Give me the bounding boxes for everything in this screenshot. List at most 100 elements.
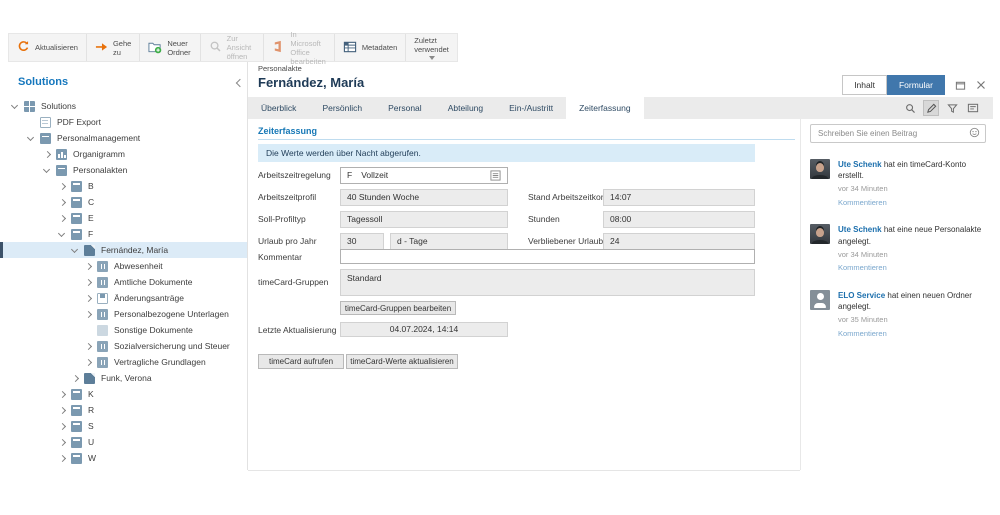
goto-arrow-icon [95, 40, 108, 55]
tree-item-solutions[interactable]: Solutions [0, 98, 247, 114]
refresh-timecard-values-button[interactable]: timeCard-Werte aktualisieren [346, 354, 458, 369]
chevron-closed-icon[interactable] [57, 405, 67, 415]
tree-item-s[interactable]: S [0, 418, 247, 434]
tree-item-aenderungsantraege[interactable]: Änderungsanträge [0, 290, 247, 306]
smiley-icon[interactable] [969, 125, 980, 143]
label-verbliebener-urlaub: Verbliebener Urlaub [528, 236, 604, 246]
field-timecard-gruppen: Standard [340, 269, 755, 296]
search-icon[interactable] [902, 100, 918, 116]
sidebar-collapse-icon[interactable] [234, 78, 244, 88]
chevron-closed-icon[interactable] [42, 149, 52, 159]
chevron-closed-icon[interactable] [83, 277, 93, 287]
chevron-closed-icon[interactable] [57, 181, 67, 191]
feed-author[interactable]: Ute Schenk [838, 225, 882, 234]
tree-item-c[interactable]: C [0, 194, 247, 210]
field-kommentar[interactable] [340, 249, 755, 264]
edit-mode-icon[interactable] [923, 100, 939, 116]
comment-link[interactable]: Kommentieren [838, 198, 986, 209]
new-folder-button[interactable]: Neuer Ordner [140, 34, 201, 61]
goto-button[interactable]: Gehe zu [87, 34, 141, 61]
chevron-open-icon[interactable] [70, 245, 80, 255]
register-icon [97, 356, 108, 368]
content-view-button[interactable]: Inhalt [842, 75, 887, 95]
tree-item-personalakten[interactable]: Personalakten [0, 162, 247, 178]
form-zeiterfassung: Zeiterfassung Die Werte werden über Nach… [258, 0, 795, 515]
label-arbeitszeitprofil: Arbeitszeitprofil [258, 192, 317, 202]
tree-item-b[interactable]: B [0, 178, 247, 194]
register-empty-icon [97, 324, 108, 336]
feed-author[interactable]: Ute Schenk [838, 160, 882, 169]
open-timecard-button[interactable]: timeCard aufrufen [258, 354, 344, 369]
register-icon [71, 196, 82, 208]
chevron-closed-icon[interactable] [83, 261, 93, 271]
feed-composer-input[interactable] [816, 128, 969, 139]
feed-item: ELO Service hat einen neuen Ordner angel… [810, 289, 986, 340]
personnel-file-icon [84, 372, 95, 384]
register-icon [97, 340, 108, 352]
feed-author[interactable]: ELO Service [838, 291, 885, 300]
tree-item-r[interactable]: R [0, 402, 247, 418]
refresh-button[interactable]: Aktualisieren [9, 34, 87, 61]
label-stand-arbeitszeitkonto: Stand Arbeitszeitkonto [528, 192, 613, 202]
form-layout-icon[interactable] [965, 100, 981, 116]
chevron-closed-icon[interactable] [83, 357, 93, 367]
sidebar-title: Solutions [18, 76, 69, 88]
chevron-open-icon[interactable] [57, 229, 67, 239]
chevron-closed-icon[interactable] [83, 309, 93, 319]
register-icon [71, 436, 82, 448]
form-view-button[interactable]: Formular [886, 75, 945, 95]
tree-item-personalbezogene-unterlagen[interactable]: Personalbezogene Unterlagen [0, 306, 247, 322]
tree-item-amtliche-dokumente[interactable]: Amtliche Dokumente [0, 274, 247, 290]
avatar [810, 159, 830, 179]
comment-link[interactable]: Kommentieren [838, 329, 986, 340]
field-stunden: 08:00 [603, 211, 755, 228]
tree-item-e[interactable]: E [0, 210, 247, 226]
tree-item-abwesenheit[interactable]: Abwesenheit [0, 258, 247, 274]
chevron-closed-icon[interactable] [57, 453, 67, 463]
tree-item-personalmanagement[interactable]: Personalmanagement [0, 130, 247, 146]
tree-item-funk-verona[interactable]: Funk, Verona [0, 370, 247, 386]
tree-item-vertragliche-grundlagen[interactable]: Vertragliche Grundlagen [0, 354, 247, 370]
chevron-closed-icon[interactable] [57, 421, 67, 431]
tree-item-fernandez-maria[interactable]: Fernández, María [0, 242, 247, 258]
comment-link[interactable]: Kommentieren [838, 263, 986, 274]
field-arbeitszeitprofil: 40 Stunden Woche [340, 189, 508, 206]
chevron-open-icon[interactable] [10, 101, 20, 111]
tree-item-organigramm[interactable]: Organigramm [0, 146, 247, 162]
tree-item-u[interactable]: U [0, 434, 247, 450]
tree-item-w[interactable]: W [0, 450, 247, 466]
filter-icon[interactable] [944, 100, 960, 116]
tree-item-sonstige-dokumente[interactable]: Sonstige Dokumente [0, 322, 247, 338]
tree-item-sozialversicherung-und-steuer[interactable]: Sozialversicherung und Steuer [0, 338, 247, 354]
tree-item-f[interactable]: F [0, 226, 247, 242]
register-icon [71, 420, 82, 432]
chevron-closed-icon[interactable] [57, 437, 67, 447]
keyword-list-icon[interactable] [490, 170, 501, 181]
close-icon[interactable] [976, 80, 986, 90]
tree-item-pdf-export[interactable]: PDF Export [0, 114, 247, 130]
new-folder-icon [148, 40, 162, 56]
chevron-closed-icon[interactable] [70, 373, 80, 383]
label-arbeitszeitregelung: Arbeitszeitregelung [258, 170, 331, 180]
feed-item: Ute Schenk hat ein timeCard-Konto erstel… [810, 159, 986, 208]
chevron-open-icon[interactable] [42, 165, 52, 175]
chevron-closed-icon[interactable] [57, 389, 67, 399]
restore-window-icon[interactable] [955, 80, 966, 91]
register-icon [71, 404, 82, 416]
personnel-file-icon [84, 244, 95, 256]
chevron-closed-icon[interactable] [57, 197, 67, 207]
label-kommentar: Kommentar [258, 252, 302, 262]
feed-timestamp: vor 35 Minuten [838, 315, 888, 325]
chevron-closed-icon[interactable] [57, 213, 67, 223]
info-banner: Die Werte werden über Nacht abgerufen. [258, 144, 755, 162]
open-view-button[interactable]: Zur Ansicht öffnen [201, 34, 265, 61]
chevron-closed-icon[interactable] [83, 293, 93, 303]
tree-item-k[interactable]: K [0, 386, 247, 402]
chevron-open-icon[interactable] [26, 133, 36, 143]
section-title: Zeiterfassung [258, 126, 318, 136]
field-arbeitszeitregelung[interactable]: F Vollzeit [340, 167, 508, 184]
chevron-closed-icon[interactable] [83, 341, 93, 351]
edit-timecard-groups-button[interactable]: timeCard-Gruppen bearbeiten [340, 301, 456, 315]
feed-timestamp: vor 34 Minuten [838, 184, 888, 194]
orgchart-icon [56, 148, 67, 160]
